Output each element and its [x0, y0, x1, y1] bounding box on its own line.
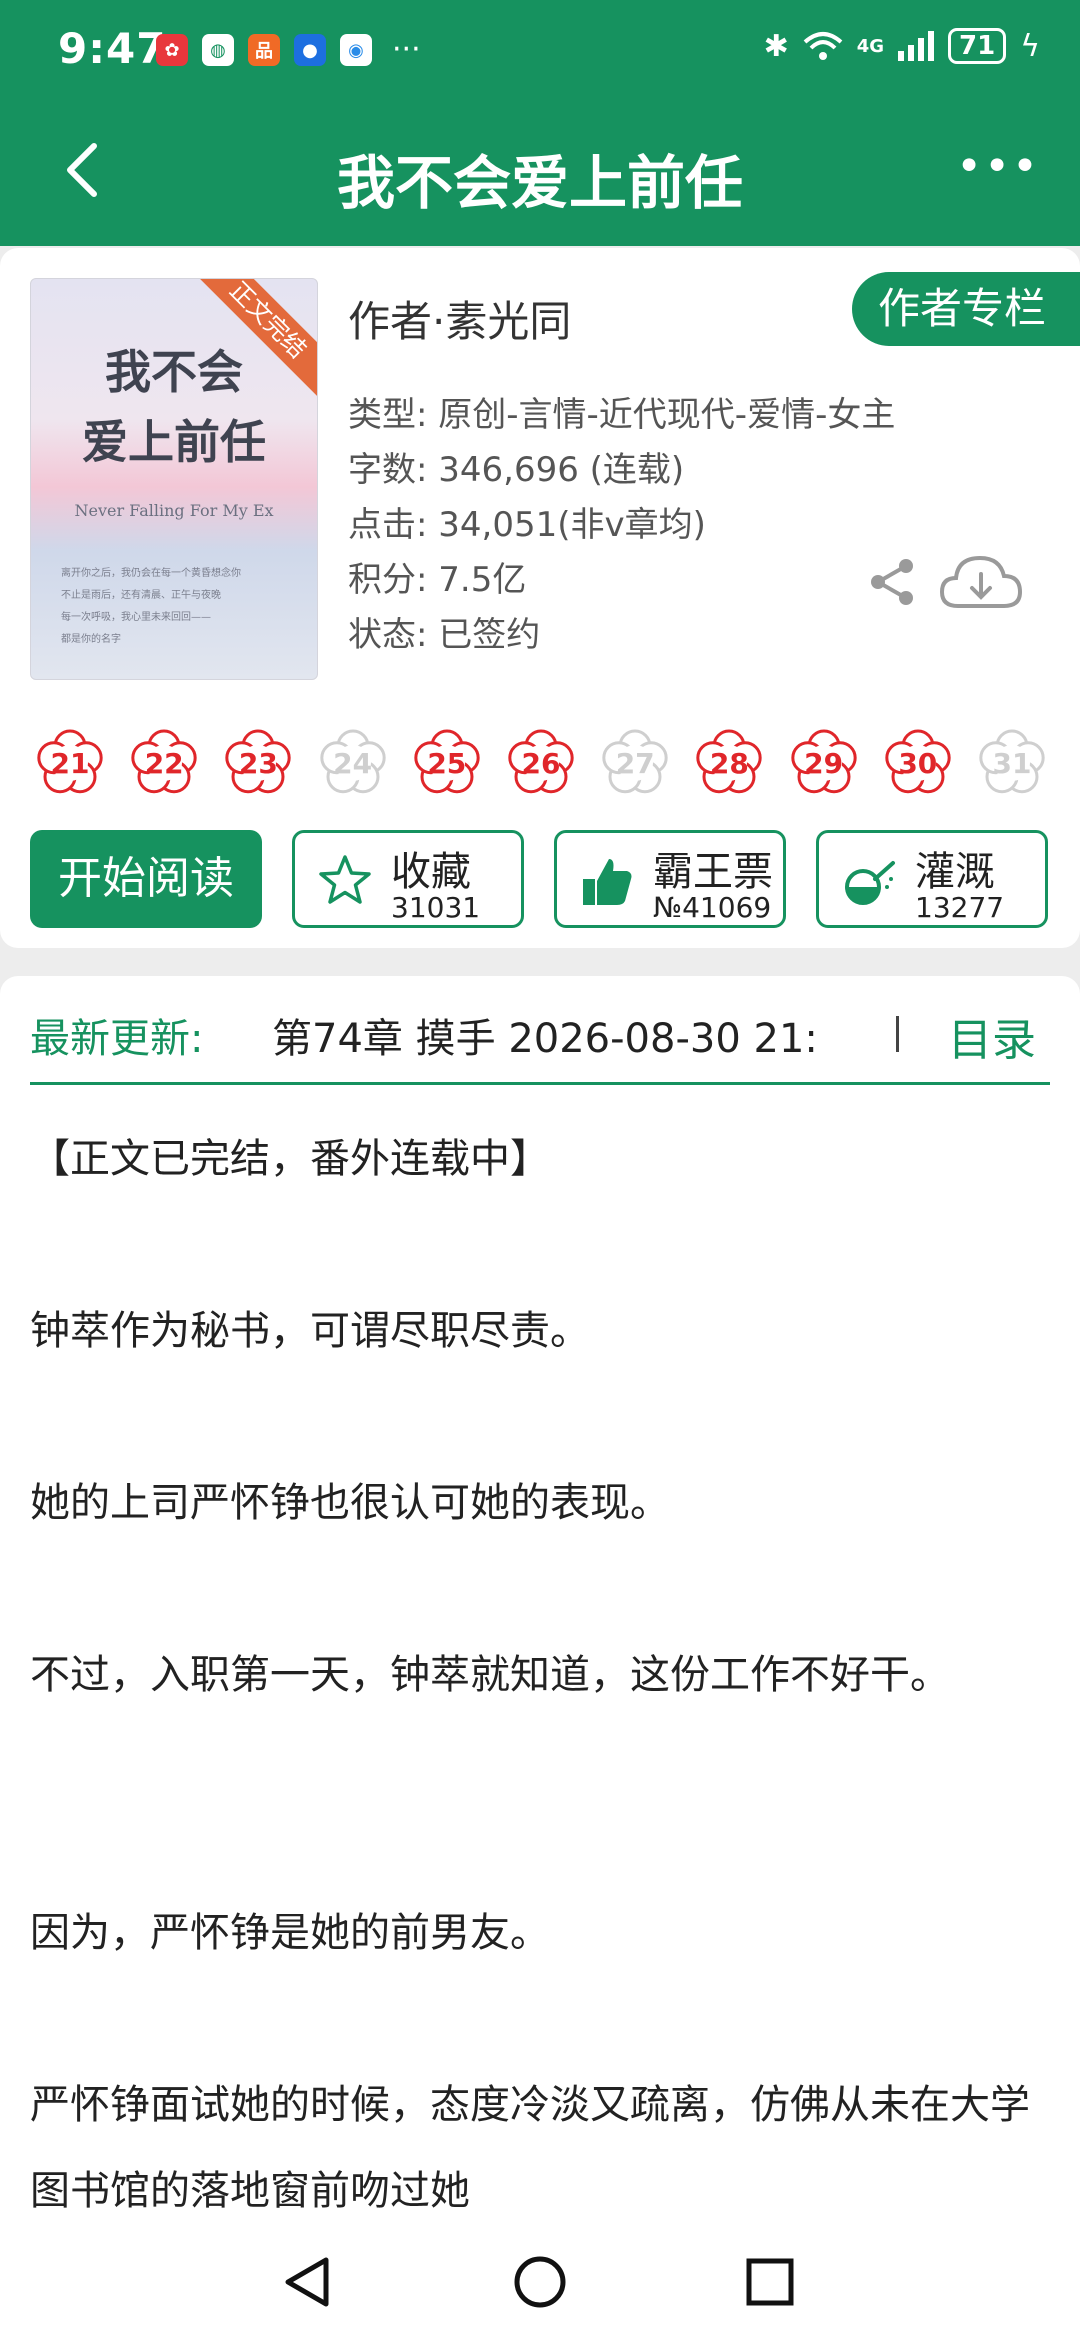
water-label: 灌溉: [915, 849, 995, 895]
nav-recents-icon[interactable]: [734, 2246, 806, 2318]
flower-number: 22: [144, 747, 184, 780]
flower-number: 29: [804, 747, 844, 780]
cover-blurb-line: 每一次呼吸，我心里未来回回——: [61, 612, 211, 623]
vote-label: 霸王票: [653, 849, 773, 895]
synopsis-paragraph: 钟萃作为秘书，可谓尽职尽责。: [30, 1308, 590, 1354]
mobile-app-icon: ◍: [202, 34, 234, 66]
cover-blurb-line: 都是你的名字: [61, 634, 121, 645]
network-type: 4G: [856, 35, 885, 57]
watering-can-icon: [845, 861, 895, 905]
synopsis-paragraph: 【正文已完结，番外连载中】: [30, 1136, 550, 1182]
nav-home-icon[interactable]: [504, 2246, 576, 2318]
huawei-app-icon: ✿: [156, 34, 188, 66]
flower-number: 21: [50, 747, 90, 780]
flower-number: 28: [709, 747, 749, 780]
flower-number: 30: [898, 747, 938, 780]
notification-icons: ✿ ◍ 品 ● ◉ ···: [156, 34, 421, 66]
synopsis-paragraph: 因为，严怀铮是她的前男友。: [30, 1910, 550, 1956]
cover-blurb: 离开你之后，我仍会在每一个黄昏想念你 不止是雨后，还有清晨、正午与夜晚 每一次呼…: [61, 563, 293, 651]
share-icon[interactable]: [866, 556, 918, 608]
meta-status: 状态: 已签约: [348, 615, 541, 655]
cover-title-line2: 爱上前任: [82, 415, 266, 469]
favorite-label: 收藏: [391, 849, 471, 895]
flower-number: 26: [521, 747, 561, 780]
battery-level: 71: [948, 28, 1007, 64]
wifi-icon: [803, 32, 843, 60]
latest-update-label: 最新更新:: [30, 1016, 204, 1062]
system-indicators: ✱ 4G 71 ϟ: [764, 28, 1040, 64]
synopsis: 【正文已完结，番外连载中】 钟萃作为秘书，可谓尽职尽责。 她的上司严怀铮也很认可…: [0, 1116, 1080, 2224]
bluetooth-icon: ✱: [763, 28, 789, 64]
status-bar: 9:47 ✿ ◍ 品 ● ◉ ··· ✱ 4G 71 ϟ: [0, 0, 1080, 100]
flower-badge-active: 25: [407, 722, 487, 802]
flower-row: 21 22 23 24 25 26 27 28 29 30 31: [30, 722, 1060, 806]
star-icon: [319, 855, 371, 904]
vote-button[interactable]: 霸王票 №41069: [554, 830, 786, 928]
table-of-contents-button[interactable]: 目录: [948, 1004, 1036, 1068]
app-header: 我不会爱上前任 •••: [0, 100, 1080, 246]
water-button[interactable]: 灌溉 13277: [816, 830, 1048, 928]
latest-chapter[interactable]: 第74章 摸手 2026-08-30 21:: [272, 1006, 870, 1064]
favorite-button[interactable]: 收藏 31031: [292, 830, 524, 928]
meta-score: 积分: 7.5亿: [348, 560, 527, 600]
synopsis-paragraph: 她的上司严怀铮也很认可她的表现。: [30, 1480, 670, 1526]
meta-clicks: 点击: 34,051(非v章均): [348, 505, 706, 545]
flower-badge-active: 28: [689, 722, 769, 802]
flower-badge-active: 29: [784, 722, 864, 802]
cover-title: 我不会 爱上前任: [31, 337, 317, 477]
bulb-app-icon: ●: [294, 34, 326, 66]
flower-badge-active: 21: [30, 722, 110, 802]
more-menu-icon[interactable]: •••: [956, 145, 1040, 189]
cover-blurb-line: 离开你之后，我仍会在每一个黄昏想念你: [61, 568, 241, 579]
divider: [896, 1016, 899, 1052]
charging-icon: ϟ: [1020, 28, 1040, 64]
flower-number: 27: [615, 747, 655, 780]
system-nav-bar: [0, 2224, 1080, 2340]
download-cloud-icon[interactable]: [938, 550, 1024, 616]
favorite-count: 31031: [391, 891, 481, 924]
store-app-icon: 品: [248, 34, 280, 66]
author-name[interactable]: 作者·素光同: [348, 288, 571, 349]
flower-number: 25: [427, 747, 467, 780]
thumbs-up-icon: [583, 859, 632, 905]
flower-badge-inactive: 27: [595, 722, 675, 802]
vote-count: №41069: [653, 891, 772, 924]
synopsis-paragraph: 严怀铮面试她的时候，态度冷淡又疏离，仿佛从未在大学图书馆的落地窗前吻过她: [30, 2082, 1030, 2214]
cover-blurb-line: 不止是雨后，还有清晨、正午与夜晚: [61, 590, 221, 601]
signal-icon: [898, 31, 935, 61]
flower-badge-active: 26: [501, 722, 581, 802]
book-cover[interactable]: 我不会 爱上前任 Never Falling For My Ex 离开你之后，我…: [30, 278, 318, 680]
synopsis-paragraph: 不过，入职第一天，钟萃就知道，这份工作不好干。: [30, 1652, 950, 1698]
book-meta: 类型: 原创-言情-近代现代-爱情-女主 字数: 346,696 (连载) 点击…: [348, 388, 895, 663]
nav-back-icon[interactable]: [272, 2246, 344, 2318]
book-info-card: 我不会 爱上前任 Never Falling For My Ex 离开你之后，我…: [0, 248, 1080, 948]
flower-number: 23: [238, 747, 278, 780]
meta-words: 字数: 346,696 (连载): [348, 450, 685, 490]
author-column-button[interactable]: 作者专栏: [852, 272, 1080, 346]
browser-app-icon: ◉: [340, 34, 372, 66]
flower-number: 24: [333, 747, 373, 780]
more-notifications-icon: ···: [392, 32, 421, 67]
start-reading-button[interactable]: 开始阅读: [30, 830, 262, 928]
update-underline: [30, 1082, 1050, 1085]
page-title: 我不会爱上前任: [336, 149, 743, 217]
flower-badge-inactive: 24: [313, 722, 393, 802]
flower-badge-inactive: 31: [972, 722, 1052, 802]
water-count: 13277: [915, 891, 1005, 924]
flower-badge-active: 23: [218, 722, 298, 802]
status-time: 9:47: [58, 24, 167, 73]
cover-subtitle: Never Falling For My Ex: [74, 501, 274, 520]
meta-type: 类型: 原创-言情-近代现代-爱情-女主: [348, 395, 896, 435]
flower-number: 31: [992, 747, 1032, 780]
flower-badge-active: 30: [878, 722, 958, 802]
latest-update-card[interactable]: 最新更新: 第74章 摸手 2026-08-30 21: 目录: [0, 976, 1080, 1116]
text-fade: [838, 1002, 878, 1062]
flower-badge-active: 22: [124, 722, 204, 802]
